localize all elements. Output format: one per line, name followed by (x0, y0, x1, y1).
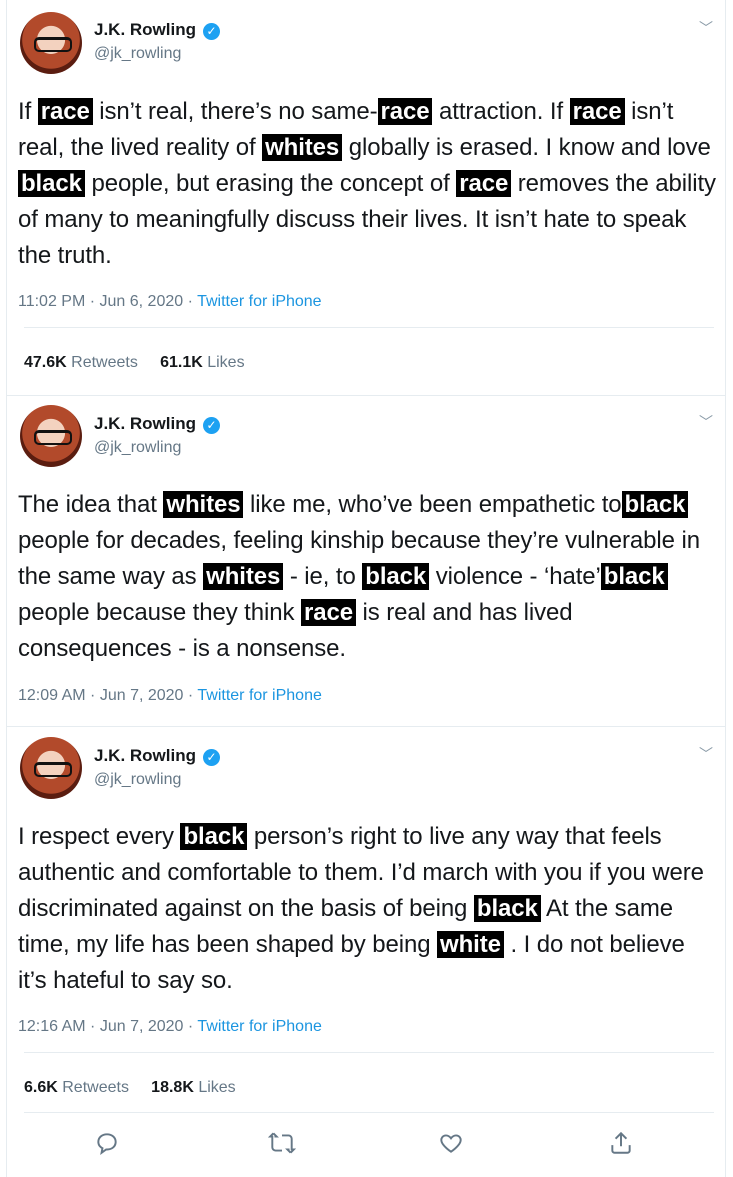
avatar[interactable] (20, 737, 82, 799)
author-name[interactable]: J.K. Rowling (94, 414, 196, 434)
author-name[interactable]: J.K. Rowling (94, 20, 196, 40)
timestamp[interactable]: 12:09 AM · Jun 7, 2020 · (18, 687, 197, 704)
tweet-stats: 6.6K Retweets 18.8K Likes (24, 1079, 236, 1097)
redacted-word: whites (262, 134, 343, 161)
divider (24, 327, 714, 328)
timestamp[interactable]: 12:16 AM · Jun 7, 2020 · (18, 1018, 197, 1035)
redacted-word: black (180, 823, 248, 850)
verified-badge-icon: ✓ (203, 417, 220, 434)
tweet-timestamp: 11:02 PM · Jun 6, 2020 · Twitter for iPh… (18, 293, 322, 311)
redacted-word: black (473, 895, 541, 922)
redacted-word: black (621, 491, 689, 518)
tweet-text: I respect every black person’s right to … (18, 823, 704, 994)
verified-badge-icon: ✓ (203, 23, 220, 40)
share-icon[interactable] (608, 1130, 636, 1158)
likes-stat[interactable]: 18.8K Likes (151, 1079, 236, 1096)
redacted-word: white (437, 931, 504, 958)
tweet-timestamp: 12:16 AM · Jun 7, 2020 · Twitter for iPh… (18, 1018, 322, 1036)
redacted-word: whites (203, 563, 284, 590)
avatar[interactable] (20, 405, 82, 467)
tweet-actions (6, 1130, 726, 1166)
chevron-down-icon[interactable]: ﹀ (699, 744, 713, 764)
tweet-separator (6, 395, 726, 396)
source-link[interactable]: Twitter for iPhone (197, 293, 322, 310)
chevron-down-icon[interactable]: ﹀ (699, 18, 713, 38)
redacted-word: black (362, 563, 430, 590)
redacted-word: black (600, 563, 668, 590)
author-handle[interactable]: @jk_rowling (94, 771, 181, 789)
tweet-separator (6, 726, 726, 727)
verified-badge-icon: ✓ (203, 749, 220, 766)
heart-icon[interactable] (438, 1130, 466, 1158)
source-link[interactable]: Twitter for iPhone (197, 687, 322, 704)
author-handle[interactable]: @jk_rowling (94, 45, 181, 63)
retweets-stat[interactable]: 47.6K Retweets (24, 354, 138, 371)
divider (24, 1112, 714, 1113)
redacted-word: race (569, 98, 625, 125)
author-name[interactable]: J.K. Rowling (94, 746, 196, 766)
retweets-stat[interactable]: 6.6K Retweets (24, 1079, 129, 1096)
author-handle[interactable]: @jk_rowling (94, 439, 181, 457)
chevron-down-icon[interactable]: ﹀ (699, 412, 713, 432)
tweet-timestamp: 12:09 AM · Jun 7, 2020 · Twitter for iPh… (18, 687, 322, 705)
likes-stat[interactable]: 61.1K Likes (160, 354, 245, 371)
reply-icon[interactable] (94, 1130, 122, 1158)
tweet-text: The idea that whites like me, who’ve bee… (18, 491, 700, 662)
tweet-stats: 47.6K Retweets 61.1K Likes (24, 354, 245, 372)
redacted-word: race (377, 98, 433, 125)
redacted-word: black (18, 170, 85, 197)
redacted-word: race (456, 170, 512, 197)
source-link[interactable]: Twitter for iPhone (197, 1018, 322, 1035)
redacted-word: whites (163, 491, 244, 518)
retweet-icon[interactable] (267, 1130, 297, 1158)
tweet-text: If race isn’t real, there’s no same-race… (18, 98, 716, 269)
timestamp[interactable]: 11:02 PM · Jun 6, 2020 · (18, 293, 197, 310)
redacted-word: race (300, 599, 356, 626)
divider (24, 1052, 714, 1053)
redacted-word: race (37, 98, 93, 125)
avatar[interactable] (20, 12, 82, 74)
